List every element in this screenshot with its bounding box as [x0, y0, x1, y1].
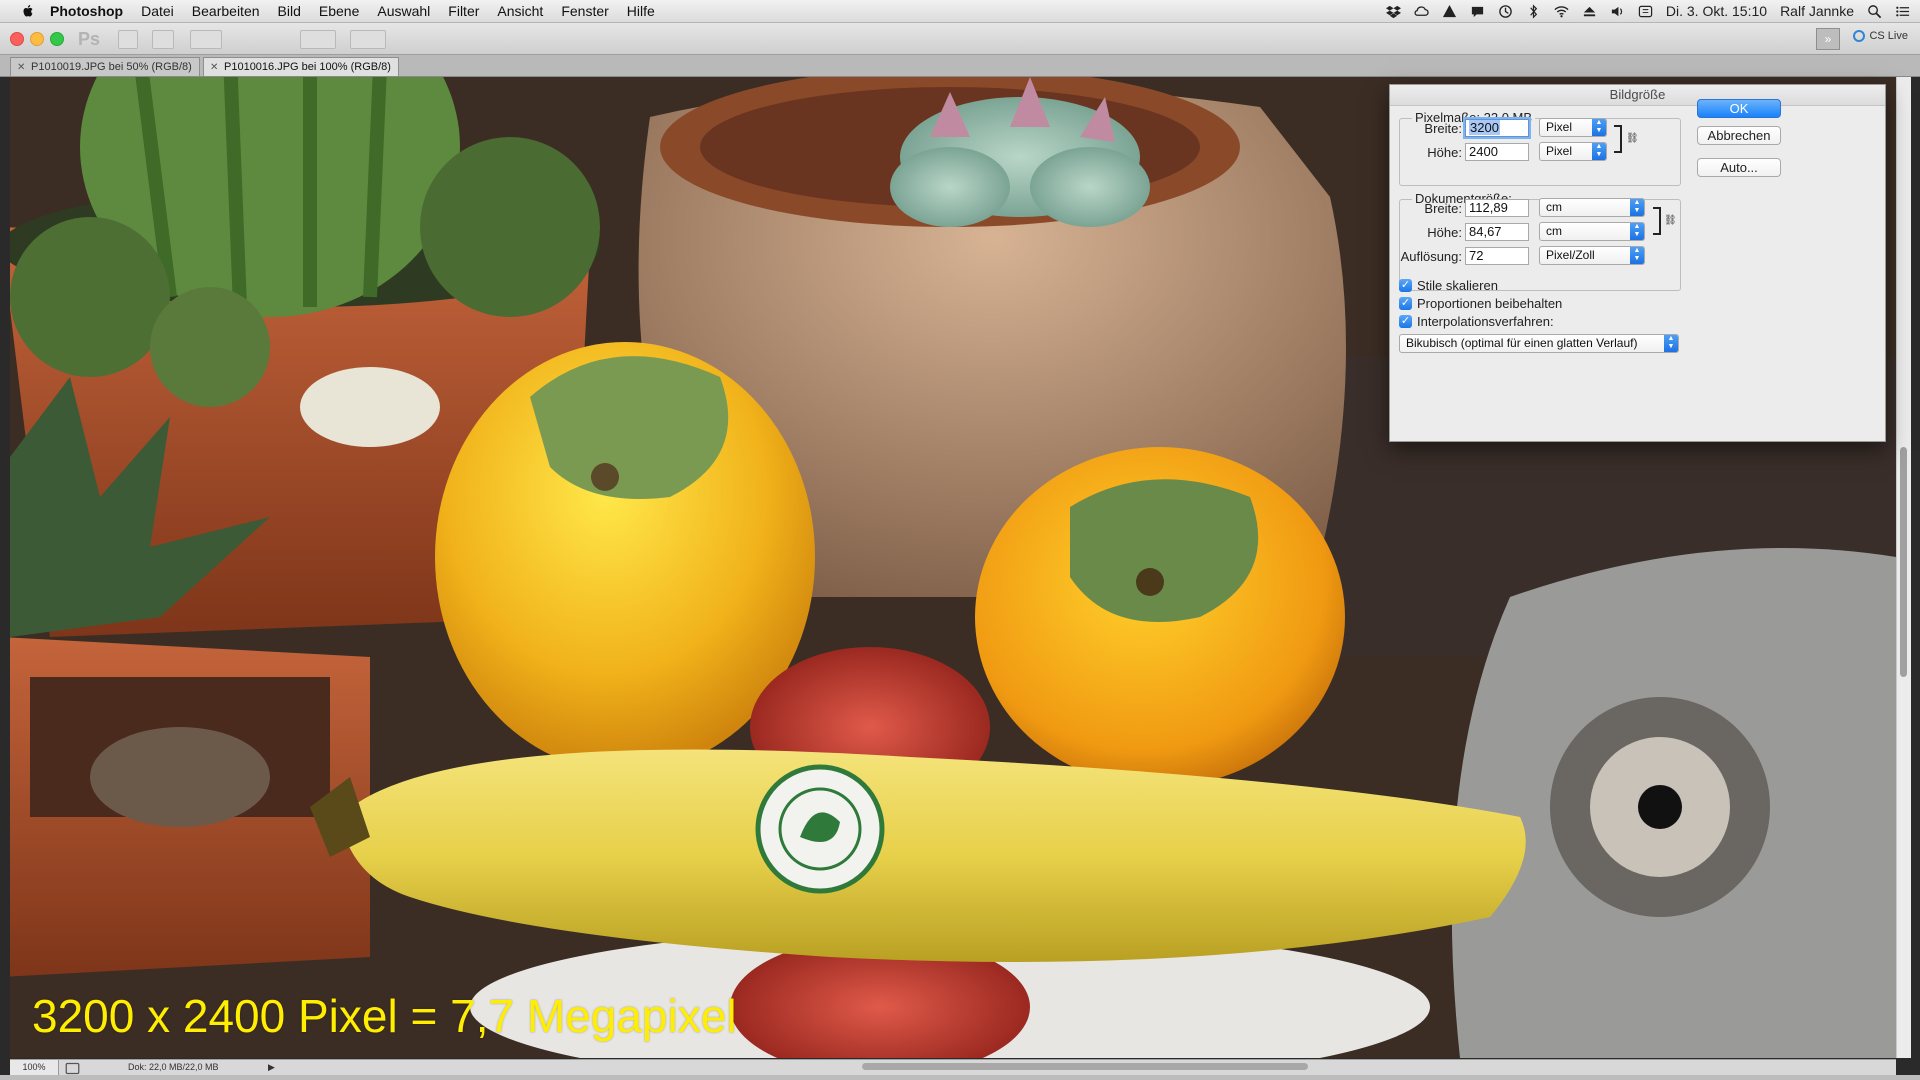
doc-height-label: Höhe: — [1427, 225, 1462, 240]
tab-label: P1010016.JPG bei 100% (RGB/8) — [224, 61, 391, 73]
resolution-label: Auflösung: — [1400, 249, 1462, 264]
horizontal-scroll-thumb[interactable] — [862, 1063, 1308, 1070]
dropbox-icon[interactable] — [1385, 4, 1401, 19]
notification-center-icon[interactable] — [1895, 4, 1910, 19]
spotlight-search-icon[interactable] — [1867, 4, 1882, 19]
chevron-updown-icon: ▲ ▼ — [1630, 223, 1644, 240]
chevron-updown-icon: ▲ ▼ — [1664, 335, 1678, 352]
cloud-sync-icon[interactable] — [1414, 4, 1429, 19]
menu-auswahl[interactable]: Auswahl — [377, 3, 430, 19]
menu-app-photoshop[interactable]: Photoshop — [50, 3, 123, 19]
cancel-button[interactable]: Abbrechen — [1697, 126, 1781, 145]
bluetooth-icon[interactable] — [1526, 3, 1541, 19]
pixel-height-input[interactable]: 2400 — [1465, 143, 1529, 161]
keyboard-layout-icon[interactable] — [1638, 4, 1653, 19]
menu-datei[interactable]: Datei — [141, 3, 174, 19]
pixel-constrain-bracket — [1614, 125, 1622, 153]
time-machine-icon[interactable] — [1498, 4, 1513, 19]
pixel-height-unit-select[interactable]: Pixel ▲ ▼ — [1539, 142, 1607, 161]
view-extras-button[interactable] — [190, 30, 222, 49]
cs-live-icon — [1853, 30, 1866, 42]
messages-icon[interactable] — [1470, 4, 1485, 19]
doc-height-input[interactable]: 84,67 — [1465, 223, 1529, 241]
volume-icon[interactable] — [1610, 4, 1625, 19]
status-menu-arrow-icon[interactable]: ▶ — [268, 1062, 275, 1073]
menubar-user[interactable]: Ralf Jannke — [1780, 3, 1854, 19]
chain-link-icon: ⛓ — [1626, 133, 1639, 144]
arrange-documents-button[interactable] — [300, 30, 336, 49]
chevron-updown-icon: ▲ ▼ — [1592, 119, 1606, 136]
menu-extras: Di. 3. Okt. 15:10 Ralf Jannke — [1385, 0, 1910, 22]
workspace-expand-button[interactable]: » — [1816, 28, 1840, 50]
drive-icon[interactable] — [1442, 4, 1457, 19]
checkmark-icon: ✓ — [1399, 315, 1412, 328]
screen-mode-button[interactable] — [350, 30, 386, 49]
menu-ansicht[interactable]: Ansicht — [497, 3, 543, 19]
menubar-clock[interactable]: Di. 3. Okt. 15:10 — [1666, 3, 1767, 19]
window-minimize-button[interactable] — [30, 32, 44, 46]
resolution-input[interactable]: 72 — [1465, 247, 1529, 265]
ok-button[interactable]: OK — [1697, 99, 1781, 118]
menu-hilfe[interactable]: Hilfe — [627, 3, 655, 19]
chevron-updown-icon: ▲ ▼ — [1630, 199, 1644, 216]
wifi-icon[interactable] — [1554, 4, 1569, 19]
chevron-updown-icon: ▲ ▼ — [1630, 247, 1644, 264]
pixel-height-label: Höhe: — [1427, 145, 1462, 160]
pixel-width-unit-select[interactable]: Pixel ▲ ▼ — [1539, 118, 1607, 137]
window-zoom-button[interactable] — [50, 32, 64, 46]
eject-icon[interactable] — [1582, 4, 1597, 19]
tab-document-p1010019[interactable]: ✕ P1010019.JPG bei 50% (RGB/8) — [10, 57, 200, 76]
launch-minibridge-button[interactable] — [152, 30, 174, 49]
photoshop-logo: Ps — [78, 29, 101, 49]
doc-constrain-bracket — [1653, 207, 1661, 235]
doc-width-input[interactable]: 112,89 — [1465, 199, 1529, 217]
doc-width-unit-select[interactable]: cm ▲ ▼ — [1539, 198, 1645, 217]
vertical-scroll-thumb[interactable] — [1900, 447, 1907, 677]
tab-document-p1010016[interactable]: ✕ P1010016.JPG bei 100% (RGB/8) — [203, 57, 399, 76]
menu-ebene[interactable]: Ebene — [319, 3, 359, 19]
menu-fenster[interactable]: Fenster — [561, 3, 608, 19]
image-size-dialog: Bildgröße Pixelmaße: 22,0 MB Breite: 320… — [1389, 84, 1886, 442]
chain-link-icon: ⛓ — [1664, 215, 1677, 226]
constrain-proportions-checkbox[interactable]: ✓ Proportionen beibehalten — [1399, 296, 1562, 311]
menu-bild[interactable]: Bild — [278, 3, 301, 19]
apple-menu-icon[interactable] — [20, 3, 36, 19]
window-bottom-edge — [0, 1075, 1920, 1080]
document-tab-bar: ✕ P1010019.JPG bei 50% (RGB/8) ✕ P101001… — [0, 55, 1920, 77]
interpolation-method-select[interactable]: Bikubisch (optimal für einen glatten Ver… — [1399, 334, 1679, 353]
doc-width-label: Breite: — [1424, 201, 1462, 216]
resample-image-checkbox[interactable]: ✓ Interpolationsverfahren: — [1399, 314, 1554, 329]
pixel-width-label: Breite: — [1424, 121, 1462, 136]
vertical-scrollbar[interactable] — [1896, 77, 1911, 1058]
doc-height-unit-select[interactable]: cm ▲ ▼ — [1539, 222, 1645, 241]
document-size-info: Dok: 22,0 MB/22,0 MB — [128, 1062, 219, 1072]
checkmark-icon: ✓ — [1399, 297, 1412, 310]
menu-filter[interactable]: Filter — [448, 3, 479, 19]
zoom-level-field[interactable]: 100% — [10, 1060, 59, 1075]
chevron-updown-icon: ▲ ▼ — [1592, 143, 1606, 160]
status-preview-icon[interactable] — [65, 1061, 80, 1075]
pixel-width-input[interactable]: 3200 — [1465, 119, 1529, 137]
window-close-button[interactable] — [10, 32, 24, 46]
cs-live-menu[interactable]: CS Live — [1853, 30, 1908, 42]
cs-live-label: CS Live — [1869, 30, 1908, 42]
launch-bridge-button[interactable] — [118, 30, 138, 49]
menu-bearbeiten[interactable]: Bearbeiten — [192, 3, 260, 19]
close-icon[interactable]: ✕ — [17, 58, 25, 77]
application-bar: Ps » CS Live — [0, 23, 1920, 55]
close-icon[interactable]: ✕ — [210, 58, 218, 77]
scale-styles-checkbox[interactable]: ✓ Stile skalieren — [1399, 278, 1498, 293]
auto-button[interactable]: Auto... — [1697, 158, 1781, 177]
image-caption-text: 3200 x 2400 Pixel = 7,7 Megapixel — [32, 990, 737, 1042]
resolution-unit-select[interactable]: Pixel/Zoll ▲ ▼ — [1539, 246, 1645, 265]
tab-label: P1010019.JPG bei 50% (RGB/8) — [31, 61, 192, 73]
dialog-title: Bildgröße — [1390, 85, 1885, 106]
checkmark-icon: ✓ — [1399, 279, 1412, 292]
menu-bar: Photoshop Datei Bearbeiten Bild Ebene Au… — [0, 0, 1920, 23]
